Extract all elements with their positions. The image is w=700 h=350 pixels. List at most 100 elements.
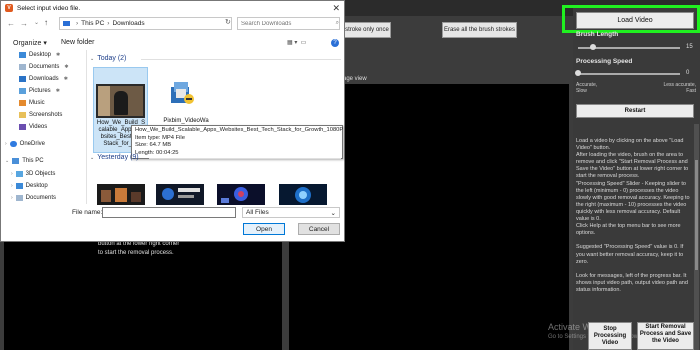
pin-icon: ✱ [64,64,69,70]
cancel-button[interactable]: Cancel [298,223,340,235]
folder-icon [63,21,70,26]
documents-icon [15,195,23,201]
close-icon[interactable]: ✕ [332,3,340,14]
video-thumbnail[interactable] [156,184,204,205]
nav-item-label: Desktop [25,183,48,189]
video-hint-text: button at the lower right corner to star… [98,240,179,258]
processing-speed-slider[interactable] [578,73,680,75]
breadcrumb-this-pc[interactable]: This PC [81,20,104,27]
screenshots-icon [19,112,26,118]
nav-item-downloads[interactable]: Downloads ✱ [19,76,68,82]
video-thumbnail[interactable] [97,184,145,205]
file-type-value: All Files [246,209,269,216]
nav-item-screenshots[interactable]: Screenshots [19,112,62,118]
nav-item-label: Screenshots [29,112,63,118]
video-thumbnail[interactable] [217,184,265,205]
file-name-label: File name: [72,209,103,216]
stop-label-line: Stop Processing [593,326,627,339]
output-panel-label: age view [343,76,367,82]
expand-chevron-icon[interactable]: › [11,171,13,177]
dialog-title-bar: V Select input video file. ✕ [1,1,344,15]
open-button[interactable]: Open [243,223,285,235]
stop-processing-button[interactable]: Stop Processing Video [588,322,632,350]
nav-item-pictures[interactable]: Pictures ✱ [19,88,60,94]
music-icon [19,100,26,106]
brush-length-label: Brush Length [576,31,619,38]
processing-speed-handle[interactable] [575,70,581,76]
nav-item-pc-documents[interactable]: › Documents [11,195,56,201]
nav-item-label: Documents [29,64,60,70]
documents-icon [19,64,26,70]
pictures-icon [19,88,26,94]
recent-dropdown-icon[interactable]: ⌄ [34,19,39,26]
help-scroll-thumb[interactable] [695,160,698,270]
file-tooltip: How_We_Build_Scalable_Apps_Websites_Best… [131,125,343,159]
desktop-icon [19,52,26,58]
collapse-chevron-icon[interactable]: ⌄ [90,56,94,62]
group-divider [149,158,341,159]
processing-speed-value: 0 [686,70,690,76]
videos-icon [19,124,26,130]
dialog-title: Select input video file. [17,4,81,12]
up-arrow-icon[interactable]: ↑ [44,18,48,27]
stop-label-line: Video [601,340,619,346]
collapse-chevron-icon[interactable]: ⌄ [90,155,94,161]
search-input[interactable] [241,20,321,27]
forward-arrow-icon[interactable]: → [20,19,28,28]
file-name-installer[interactable]: Pixbim_VideoWa [158,118,214,125]
expand-chevron-icon[interactable]: › [11,195,13,201]
nav-item-label: Pictures [29,88,51,94]
refresh-icon[interactable]: ↻ [225,18,231,26]
group-title: Today (2) [97,55,127,62]
video-hint-line: to start the removal process. [98,250,174,256]
group-header-yesterday[interactable]: ⌄ Yesterday (9) [90,154,139,161]
breadcrumb-downloads[interactable]: Downloads [112,20,144,27]
speed-right-caption: Less accurate, Fast [656,82,696,94]
tooltip-line: Length: 00:04:25 [135,149,179,156]
pin-icon: ✱ [56,52,61,58]
file-type-select[interactable]: All Files ⌄ [242,207,340,218]
erase-all-strokes-button[interactable]: Erase all the brush strokes [442,22,517,38]
expand-chevron-icon[interactable]: › [5,141,7,147]
help-text: Load a video by clicking on the above "L… [576,138,690,293]
highlight-frame [562,5,700,33]
search-box[interactable]: ⌕ [237,17,340,30]
start-label-line: Process and Save [639,331,692,337]
expand-chevron-icon[interactable]: › [11,183,13,189]
help-icon[interactable]: ? [331,39,339,47]
nav-item-onedrive[interactable]: › OneDrive [5,141,45,147]
file-name-field[interactable] [102,207,236,218]
address-bar[interactable]: › This PC › Downloads [59,17,232,30]
brush-length-value: 15 [686,44,693,50]
new-folder-button[interactable]: New folder [61,39,94,46]
group-header-today[interactable]: ⌄ Today (2) [90,55,126,62]
downloads-icon [19,76,26,82]
start-removal-button[interactable]: Start Removal Process and Save the Video [637,322,694,350]
undo-stroke-button[interactable]: stroke only once [343,22,391,38]
organize-menu[interactable]: Organize ▾ [13,39,47,47]
back-arrow-icon[interactable]: ← [7,19,15,28]
nav-item-music[interactable]: Music [19,100,45,106]
restart-button[interactable]: Restart [576,104,694,118]
nav-item-label: This PC [22,158,44,164]
nav-item-3d-objects[interactable]: › 3D Objects [11,171,55,177]
speed-left-caption: Accurate, Slow [576,82,597,94]
nav-item-label: OneDrive [19,141,46,147]
installer-icon[interactable] [168,79,196,107]
collapse-chevron-icon[interactable]: ⌄ [5,158,9,164]
cube-icon [15,171,23,177]
nav-item-videos[interactable]: Videos [19,124,47,130]
pin-icon: ✱ [55,88,60,94]
nav-item-documents[interactable]: Documents ✱ [19,64,69,70]
nav-item-label: Documents [25,195,57,201]
search-icon: ⌕ [335,20,339,26]
view-options-icon[interactable]: ▦ ▾ ▭ [287,39,306,46]
group-title: Yesterday (9) [97,154,139,161]
video-thumbnail[interactable] [279,184,327,205]
chevron-down-icon: ⌄ [330,209,336,217]
nav-item-label: Desktop [29,52,52,58]
nav-item-pc-desktop[interactable]: › Desktop [11,183,48,189]
nav-item-label: Videos [29,124,48,130]
nav-item-desktop[interactable]: Desktop ✱ [19,52,60,58]
nav-item-this-pc[interactable]: ⌄ This PC [5,158,44,164]
